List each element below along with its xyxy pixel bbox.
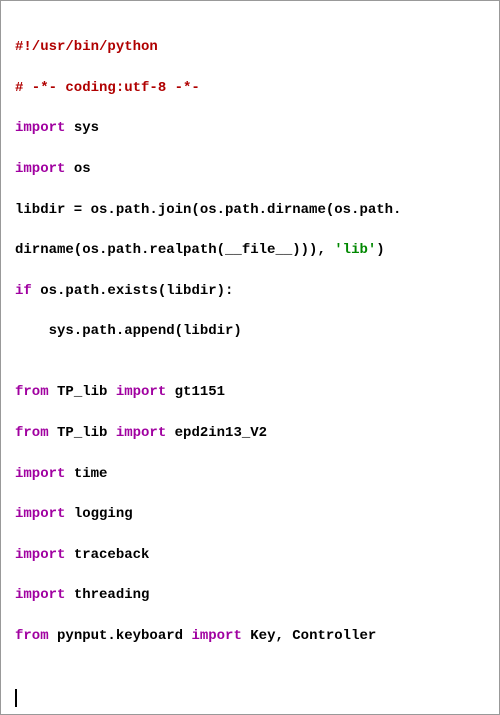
code-line: import threading (15, 585, 485, 605)
code-line: sys.path.append(libdir) (15, 321, 485, 341)
keyword-from: from (15, 384, 49, 400)
code-line: libdir = os.path.join(os.path.dirname(os… (15, 200, 485, 220)
text-cursor (15, 689, 17, 707)
module-traceback: traceback (65, 547, 149, 563)
code-line: from pynput.keyboard import Key, Control… (15, 626, 485, 646)
keyword-import: import (15, 587, 65, 603)
sys-path-append: sys.path.append(libdir) (15, 323, 242, 339)
code-line: import time (15, 464, 485, 484)
code-line: dirname(os.path.realpath(__file__))), 'l… (15, 240, 485, 260)
keyword-from: from (15, 628, 49, 644)
assign-libdir-cont: dirname(os.path.realpath(__file__))), (15, 242, 334, 258)
code-line: #!/usr/bin/python (15, 37, 485, 57)
keyword-import: import (15, 120, 65, 136)
keyword-import: import (116, 384, 166, 400)
code-line: import sys (15, 118, 485, 138)
module-logging: logging (65, 506, 132, 522)
import-key-controller: Key, Controller (242, 628, 376, 644)
module-threading: threading (65, 587, 149, 603)
cursor-line (15, 687, 485, 707)
module-time: time (65, 466, 107, 482)
code-line: import logging (15, 504, 485, 524)
keyword-import: import (15, 547, 65, 563)
code-line: from TP_lib import gt1151 (15, 382, 485, 402)
keyword-if: if (15, 283, 32, 299)
import-gt1151: gt1151 (166, 384, 225, 400)
code-editor: #!/usr/bin/python # -*- coding:utf-8 -*-… (0, 0, 500, 715)
code-line: if os.path.exists(libdir): (15, 281, 485, 301)
keyword-import: import (116, 425, 166, 441)
code-line: import os (15, 159, 485, 179)
keyword-import: import (191, 628, 241, 644)
coding-declaration: # -*- coding:utf-8 -*- (15, 80, 200, 96)
string-lib: 'lib' (334, 242, 376, 258)
assign-libdir: libdir = os.path.join(os.path.dirname(os… (15, 202, 401, 218)
keyword-from: from (15, 425, 49, 441)
shebang: #!/usr/bin/python (15, 39, 158, 55)
keyword-import: import (15, 466, 65, 482)
module-sys: sys (65, 120, 99, 136)
code-line: # -*- coding:utf-8 -*- (15, 78, 485, 98)
keyword-import: import (15, 161, 65, 177)
module-os: os (65, 161, 90, 177)
keyword-import: import (15, 506, 65, 522)
code-line: import traceback (15, 545, 485, 565)
code-line: from TP_lib import epd2in13_V2 (15, 423, 485, 443)
import-epd2in13: epd2in13_V2 (166, 425, 267, 441)
